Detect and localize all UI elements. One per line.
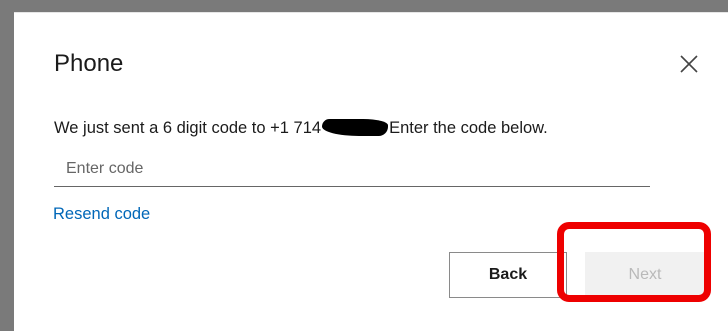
dialog-title: Phone	[54, 50, 124, 77]
close-button[interactable]	[676, 51, 702, 77]
message-prefix: We just sent a 6 digit code to +1 714	[54, 119, 322, 137]
next-button[interactable]: Next	[585, 252, 705, 298]
screen-frame: Phone We just sent a 6 digit code to +1 …	[0, 0, 728, 331]
code-sent-message: We just sent a 6 digit code to +1 714 Ent…	[54, 119, 548, 138]
message-suffix: Enter the code below.	[389, 119, 548, 137]
code-input[interactable]	[54, 151, 650, 187]
redacted-phone-digits	[322, 119, 389, 136]
resend-code-link[interactable]: Resend code	[53, 205, 150, 224]
close-icon	[680, 55, 698, 73]
back-button[interactable]: Back	[449, 252, 567, 298]
phone-verification-dialog: Phone We just sent a 6 digit code to +1 …	[14, 12, 728, 331]
